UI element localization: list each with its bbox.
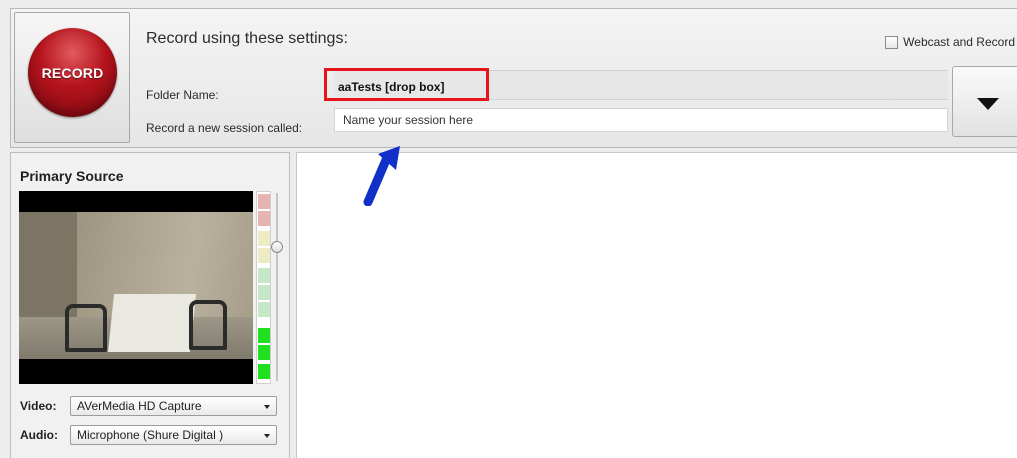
annotation-arrow-icon xyxy=(363,146,400,206)
audio-source-row: Audio: Microphone (Shure Digital ) xyxy=(20,425,277,445)
settings-dropdown-button[interactable] xyxy=(952,66,1017,137)
triangle-down-icon xyxy=(977,98,999,110)
record-button-container[interactable]: RECORD xyxy=(14,12,130,143)
folder-name-value: aaTests [drop box] xyxy=(338,80,445,94)
video-source-select[interactable]: AVerMedia HD Capture xyxy=(70,396,277,416)
primary-source-panel: Primary Source Video: AVerMedia HD Captu… xyxy=(10,152,290,458)
video-preview xyxy=(19,191,253,384)
session-name-label: Record a new session called: xyxy=(146,121,303,135)
video-label: Video: xyxy=(20,399,57,413)
audio-source-select[interactable]: Microphone (Shure Digital ) xyxy=(70,425,277,445)
video-source-row: Video: AVerMedia HD Capture xyxy=(20,396,277,416)
primary-source-title: Primary Source xyxy=(20,168,124,184)
room-camera-image xyxy=(19,212,253,359)
volume-slider-knob[interactable] xyxy=(271,241,283,253)
audio-label: Audio: xyxy=(20,428,58,442)
webcast-and-record-option[interactable]: Webcast and Record xyxy=(885,35,1015,49)
webcast-label: Webcast and Record xyxy=(903,35,1015,49)
webcast-checkbox[interactable] xyxy=(885,35,899,49)
settings-title: Record using these settings: xyxy=(146,30,348,47)
video-source-value: AVerMedia HD Capture xyxy=(77,399,202,413)
folder-name-label: Folder Name: xyxy=(146,88,219,102)
record-button[interactable]: RECORD xyxy=(28,28,117,117)
volume-slider-track[interactable] xyxy=(276,193,278,381)
audio-level-meter xyxy=(256,191,271,384)
chevron-down-icon xyxy=(264,405,270,409)
session-name-input[interactable]: Name your session here xyxy=(334,108,948,132)
chevron-down-icon xyxy=(264,434,270,438)
audio-source-value: Microphone (Shure Digital ) xyxy=(77,428,224,442)
